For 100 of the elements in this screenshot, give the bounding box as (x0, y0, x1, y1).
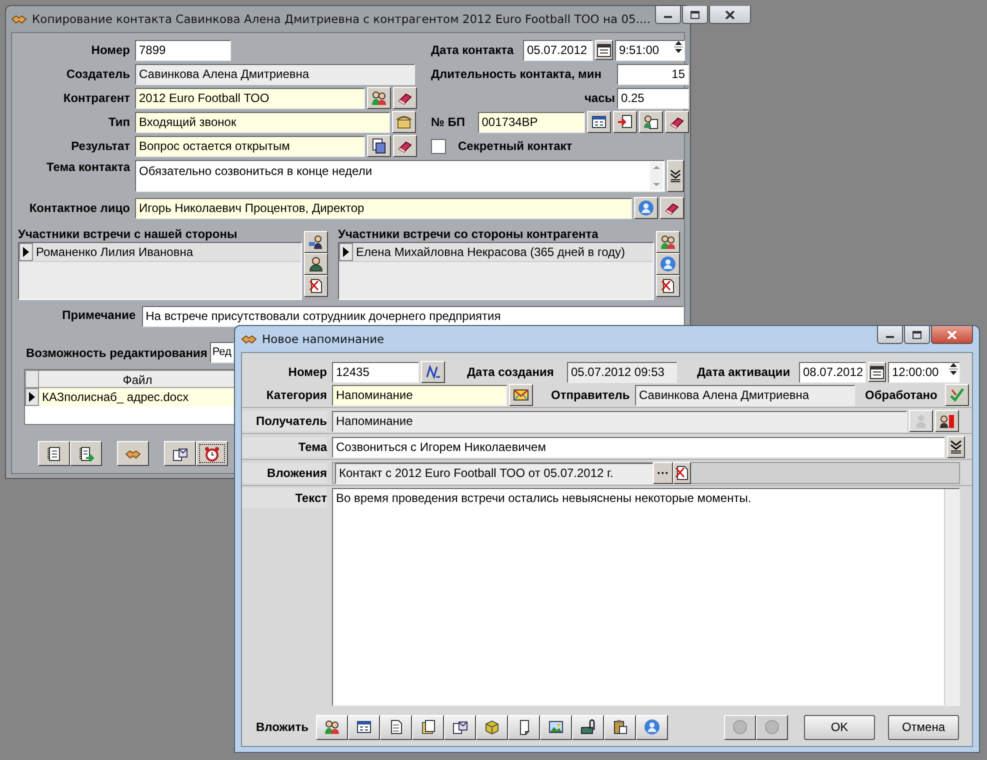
note-field[interactable]: На встрече присутствовали сотрудниик дочернего предприятия (142, 306, 684, 327)
attach-button[interactable] (636, 714, 668, 740)
field-label: Возможность редактирования (26, 346, 208, 360)
close-button[interactable] (709, 6, 752, 24)
remove-button[interactable] (304, 275, 328, 297)
attach-button[interactable] (572, 714, 604, 740)
notebook-button[interactable] (38, 441, 70, 466)
bp-field[interactable]: 001734BP (478, 112, 585, 132)
alarm-clock-icon (204, 446, 220, 462)
creator-field[interactable]: Савинкова Алена Дмитриевна (135, 64, 415, 84)
secret-checkbox[interactable] (431, 138, 446, 154)
person-icon (308, 256, 324, 272)
browse-button[interactable]: ··· (653, 462, 673, 484)
scrollbar[interactable] (650, 162, 663, 190)
calendar-button[interactable] (595, 40, 613, 60)
duration-field[interactable]: 15 (617, 64, 689, 84)
field-label: Дата создания (467, 365, 555, 379)
date-field[interactable]: 05.07.2012 (523, 40, 593, 60)
spin-buttons[interactable] (674, 40, 683, 55)
time-field[interactable]: 9:51:00 (615, 40, 685, 60)
maximize-icon (912, 330, 922, 338)
close-button[interactable] (931, 326, 973, 344)
row-indicator[interactable] (339, 243, 353, 261)
hours-field[interactable]: 0.25 (617, 88, 689, 108)
dropdown-button[interactable] (947, 436, 965, 458)
spin-buttons[interactable] (949, 362, 958, 377)
attach-button[interactable] (604, 714, 636, 740)
type-field[interactable]: Входящий звонок (135, 112, 390, 132)
numbering-button[interactable] (421, 361, 445, 383)
text-area[interactable]: Во время проведения встречи остались невыяснены некоторые моменты. (332, 488, 960, 706)
circle-icon (764, 719, 780, 735)
result-field[interactable]: Вопрос остается открытым (135, 136, 365, 156)
clear-button[interactable] (660, 197, 684, 219)
column-header[interactable]: Файл (39, 370, 237, 388)
person-button[interactable] (909, 410, 933, 432)
attach-button[interactable] (316, 714, 348, 740)
person-button[interactable] (634, 197, 658, 219)
calendar-button[interactable] (868, 362, 886, 382)
field-label: Отправитель (551, 388, 631, 402)
participant-name[interactable]: Елена Михайловна Некрасова (365 дней в году) (353, 243, 653, 261)
minimize-button[interactable] (877, 326, 903, 344)
person-phone-button[interactable] (304, 231, 328, 253)
envelope-document-button[interactable] (164, 441, 196, 466)
remove-button[interactable] (673, 462, 691, 484)
field-label: Вложить (256, 720, 310, 734)
documents-stack-icon (420, 719, 436, 735)
table-cell[interactable]: КАЗполиснаб_ адрес.docx (39, 388, 237, 406)
scrollbar[interactable] (944, 489, 959, 705)
person-button[interactable] (656, 253, 680, 275)
envelope-button[interactable] (509, 384, 533, 406)
attach-button[interactable] (444, 714, 476, 740)
clear-button[interactable] (665, 111, 689, 133)
recipient-field[interactable]: Напоминание (332, 410, 907, 432)
clear-button[interactable] (393, 135, 417, 157)
person-mark-button[interactable] (935, 410, 959, 432)
counterparty-field[interactable]: 2012 Euro Football ТОО (135, 88, 365, 108)
notebook-arrow-button[interactable] (70, 441, 102, 466)
person-button[interactable] (304, 253, 328, 275)
select-people-button[interactable] (367, 87, 391, 109)
number-field[interactable]: 12435 (332, 362, 419, 382)
dialog-button[interactable]: Отмена (888, 714, 959, 740)
documents-button[interactable] (367, 135, 391, 157)
dropdown-button[interactable] (667, 160, 684, 192)
minimize-button[interactable] (655, 6, 682, 24)
attach-button[interactable] (476, 714, 508, 740)
handshake-button[interactable] (117, 441, 149, 466)
created-field[interactable]: 05.07.2012 09:53 (567, 362, 677, 382)
dialog-button[interactable]: OK (804, 714, 875, 740)
attach-button[interactable] (412, 714, 444, 740)
remove-button[interactable] (656, 275, 680, 297)
row-indicator[interactable] (25, 388, 39, 406)
attach-button[interactable] (348, 714, 380, 740)
attachment-field[interactable]: Контакт с 2012 Euro Football ТОО от 05.07.2012 г. (335, 462, 653, 484)
contact-person-field[interactable]: Игорь Николаевич Процентов, Директор (135, 198, 632, 218)
participant-name[interactable]: Романенко Лилия Ивановна (33, 243, 301, 261)
date-field[interactable]: 08.07.2012 (799, 362, 866, 382)
processed-button[interactable] (945, 384, 969, 406)
maximize-button[interactable] (904, 326, 930, 344)
clear-button[interactable] (393, 87, 417, 109)
select-people-button[interactable] (656, 231, 680, 253)
phone-button[interactable] (392, 111, 416, 133)
maximize-button[interactable] (682, 6, 708, 24)
time-field[interactable]: 12:00:00 (888, 362, 960, 382)
alarm-clock-button[interactable] (196, 441, 228, 466)
row-indicator[interactable] (19, 243, 33, 261)
number-field[interactable]: 7899 (135, 40, 231, 60)
category-field[interactable]: Напоминание (332, 384, 507, 406)
circle-icon (732, 719, 748, 735)
window-button[interactable] (587, 111, 611, 133)
subject-field[interactable]: Обязательно созвониться в конце недели (135, 160, 665, 192)
attach-button[interactable] (540, 714, 572, 740)
attach-button[interactable] (508, 714, 540, 740)
check-icon (949, 387, 965, 403)
attach-button[interactable] (380, 714, 412, 740)
document-cross-icon (674, 465, 690, 481)
editability-field[interactable]: Ред (210, 342, 234, 363)
topic-field[interactable]: Созвониться с Игорем Николаевичем (332, 436, 945, 458)
sender-field[interactable]: Савинкова Алена Дмитриевна (635, 384, 855, 406)
person-document-button[interactable] (639, 111, 663, 133)
document-arrow-button[interactable] (613, 111, 637, 133)
